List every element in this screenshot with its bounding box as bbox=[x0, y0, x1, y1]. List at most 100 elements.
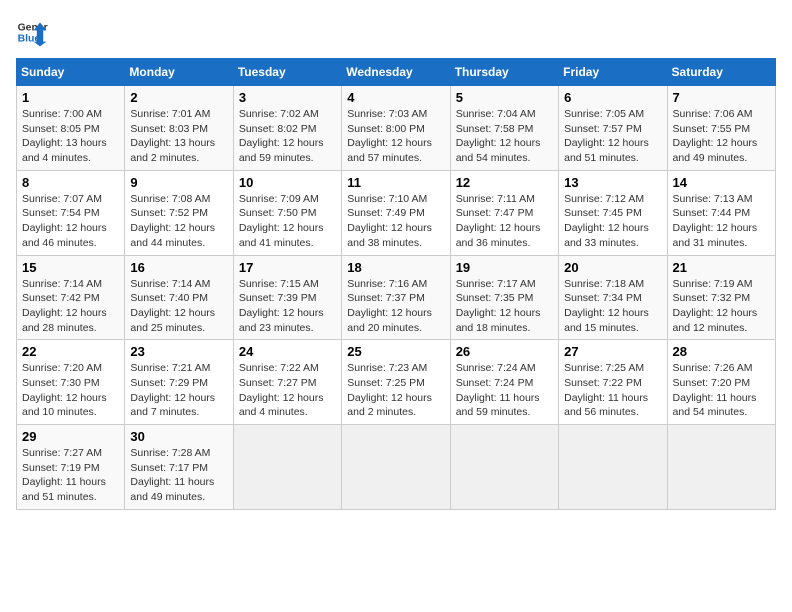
day-cell bbox=[233, 425, 341, 510]
day-number: 19 bbox=[456, 260, 553, 275]
calendar-table: SundayMondayTuesdayWednesdayThursdayFrid… bbox=[16, 58, 776, 510]
day-info: Sunrise: 7:02 AMSunset: 8:02 PMDaylight:… bbox=[239, 107, 336, 166]
day-cell: 19 Sunrise: 7:17 AMSunset: 7:35 PMDayligh… bbox=[450, 255, 558, 340]
day-number: 25 bbox=[347, 344, 444, 359]
day-cell: 8 Sunrise: 7:07 AMSunset: 7:54 PMDaylight… bbox=[17, 170, 125, 255]
day-cell: 20Sunrise: 7:18 AMSunset: 7:34 PMDayligh… bbox=[559, 255, 667, 340]
day-info: Sunrise: 7:26 AMSunset: 7:20 PMDaylight:… bbox=[673, 361, 770, 420]
day-cell: 18 Sunrise: 7:16 AMSunset: 7:37 PMDayligh… bbox=[342, 255, 450, 340]
day-info: Sunrise: 7:01 AMSunset: 8:03 PMDaylight:… bbox=[130, 107, 227, 166]
day-cell bbox=[342, 425, 450, 510]
day-cell: 28 Sunrise: 7:26 AMSunset: 7:20 PMDayligh… bbox=[667, 340, 775, 425]
weekday-header-sunday: Sunday bbox=[17, 59, 125, 86]
day-info: Sunrise: 7:20 AMSunset: 7:30 PMDaylight:… bbox=[22, 361, 119, 420]
day-cell: 2Sunrise: 7:01 AMSunset: 8:03 PMDaylight… bbox=[125, 86, 233, 171]
day-info: Sunrise: 7:15 AMSunset: 7:39 PMDaylight:… bbox=[239, 277, 336, 336]
day-cell: 3 Sunrise: 7:02 AMSunset: 8:02 PMDaylight… bbox=[233, 86, 341, 171]
day-info: Sunrise: 7:19 AMSunset: 7:32 PMDaylight:… bbox=[673, 277, 770, 336]
day-info: Sunrise: 7:25 AMSunset: 7:22 PMDaylight:… bbox=[564, 361, 661, 420]
day-number: 5 bbox=[456, 90, 553, 105]
day-cell: 30 Sunrise: 7:28 AMSunset: 7:17 PMDayligh… bbox=[125, 425, 233, 510]
day-cell: 13Sunrise: 7:12 AMSunset: 7:45 PMDayligh… bbox=[559, 170, 667, 255]
day-number: 29 bbox=[22, 429, 119, 444]
day-cell: 23 Sunrise: 7:21 AMSunset: 7:29 PMDayligh… bbox=[125, 340, 233, 425]
day-number: 3 bbox=[239, 90, 336, 105]
day-info: Sunrise: 7:09 AMSunset: 7:50 PMDaylight:… bbox=[239, 192, 336, 251]
week-row-2: 8 Sunrise: 7:07 AMSunset: 7:54 PMDaylight… bbox=[17, 170, 776, 255]
day-cell: 29 Sunrise: 7:27 AMSunset: 7:19 PMDayligh… bbox=[17, 425, 125, 510]
day-cell: 27Sunrise: 7:25 AMSunset: 7:22 PMDayligh… bbox=[559, 340, 667, 425]
day-number: 7 bbox=[673, 90, 770, 105]
day-info: Sunrise: 7:08 AMSunset: 7:52 PMDaylight:… bbox=[130, 192, 227, 251]
day-number: 8 bbox=[22, 175, 119, 190]
week-row-5: 29 Sunrise: 7:27 AMSunset: 7:19 PMDayligh… bbox=[17, 425, 776, 510]
day-info: Sunrise: 7:16 AMSunset: 7:37 PMDaylight:… bbox=[347, 277, 444, 336]
day-number: 13 bbox=[564, 175, 661, 190]
day-number: 6 bbox=[564, 90, 661, 105]
day-number: 20 bbox=[564, 260, 661, 275]
day-info: Sunrise: 7:05 AMSunset: 7:57 PMDaylight:… bbox=[564, 107, 661, 166]
day-info: Sunrise: 7:23 AMSunset: 7:25 PMDaylight:… bbox=[347, 361, 444, 420]
day-cell: 7 Sunrise: 7:06 AMSunset: 7:55 PMDaylight… bbox=[667, 86, 775, 171]
weekday-header-row: SundayMondayTuesdayWednesdayThursdayFrid… bbox=[17, 59, 776, 86]
day-number: 30 bbox=[130, 429, 227, 444]
day-info: Sunrise: 7:21 AMSunset: 7:29 PMDaylight:… bbox=[130, 361, 227, 420]
day-info: Sunrise: 7:14 AMSunset: 7:40 PMDaylight:… bbox=[130, 277, 227, 336]
day-number: 18 bbox=[347, 260, 444, 275]
day-info: Sunrise: 7:17 AMSunset: 7:35 PMDaylight:… bbox=[456, 277, 553, 336]
day-info: Sunrise: 7:28 AMSunset: 7:17 PMDaylight:… bbox=[130, 446, 227, 505]
day-info: Sunrise: 7:22 AMSunset: 7:27 PMDaylight:… bbox=[239, 361, 336, 420]
logo: General Blue bbox=[16, 16, 48, 48]
day-number: 21 bbox=[673, 260, 770, 275]
weekday-header-thursday: Thursday bbox=[450, 59, 558, 86]
day-cell: 10 Sunrise: 7:09 AMSunset: 7:50 PMDayligh… bbox=[233, 170, 341, 255]
day-cell: 12 Sunrise: 7:11 AMSunset: 7:47 PMDayligh… bbox=[450, 170, 558, 255]
weekday-header-friday: Friday bbox=[559, 59, 667, 86]
day-cell: 24 Sunrise: 7:22 AMSunset: 7:27 PMDayligh… bbox=[233, 340, 341, 425]
day-cell: 14Sunrise: 7:13 AMSunset: 7:44 PMDayligh… bbox=[667, 170, 775, 255]
day-number: 15 bbox=[22, 260, 119, 275]
day-number: 26 bbox=[456, 344, 553, 359]
day-info: Sunrise: 7:24 AMSunset: 7:24 PMDaylight:… bbox=[456, 361, 553, 420]
day-number: 4 bbox=[347, 90, 444, 105]
day-cell bbox=[559, 425, 667, 510]
day-number: 12 bbox=[456, 175, 553, 190]
day-cell: 6 Sunrise: 7:05 AMSunset: 7:57 PMDaylight… bbox=[559, 86, 667, 171]
day-cell: 15 Sunrise: 7:14 AMSunset: 7:42 PMDayligh… bbox=[17, 255, 125, 340]
day-number: 24 bbox=[239, 344, 336, 359]
day-info: Sunrise: 7:27 AMSunset: 7:19 PMDaylight:… bbox=[22, 446, 119, 505]
day-info: Sunrise: 7:11 AMSunset: 7:47 PMDaylight:… bbox=[456, 192, 553, 251]
day-info: Sunrise: 7:00 AMSunset: 8:05 PMDaylight:… bbox=[22, 107, 119, 166]
day-cell: 1 Sunrise: 7:00 AMSunset: 8:05 PMDaylight… bbox=[17, 86, 125, 171]
day-info: Sunrise: 7:04 AMSunset: 7:58 PMDaylight:… bbox=[456, 107, 553, 166]
day-cell: 26 Sunrise: 7:24 AMSunset: 7:24 PMDayligh… bbox=[450, 340, 558, 425]
day-number: 28 bbox=[673, 344, 770, 359]
day-info: Sunrise: 7:10 AMSunset: 7:49 PMDaylight:… bbox=[347, 192, 444, 251]
logo-icon: General Blue bbox=[16, 16, 48, 48]
weekday-header-monday: Monday bbox=[125, 59, 233, 86]
day-number: 17 bbox=[239, 260, 336, 275]
day-number: 22 bbox=[22, 344, 119, 359]
day-number: 1 bbox=[22, 90, 119, 105]
day-number: 9 bbox=[130, 175, 227, 190]
day-info: Sunrise: 7:07 AMSunset: 7:54 PMDaylight:… bbox=[22, 192, 119, 251]
day-cell: 4 Sunrise: 7:03 AMSunset: 8:00 PMDaylight… bbox=[342, 86, 450, 171]
day-info: Sunrise: 7:14 AMSunset: 7:42 PMDaylight:… bbox=[22, 277, 119, 336]
day-number: 11 bbox=[347, 175, 444, 190]
day-cell: 25 Sunrise: 7:23 AMSunset: 7:25 PMDayligh… bbox=[342, 340, 450, 425]
day-number: 10 bbox=[239, 175, 336, 190]
weekday-header-saturday: Saturday bbox=[667, 59, 775, 86]
weekday-header-tuesday: Tuesday bbox=[233, 59, 341, 86]
day-cell: 11 Sunrise: 7:10 AMSunset: 7:49 PMDayligh… bbox=[342, 170, 450, 255]
day-cell: 22 Sunrise: 7:20 AMSunset: 7:30 PMDayligh… bbox=[17, 340, 125, 425]
day-number: 23 bbox=[130, 344, 227, 359]
week-row-4: 22 Sunrise: 7:20 AMSunset: 7:30 PMDayligh… bbox=[17, 340, 776, 425]
week-row-1: 1 Sunrise: 7:00 AMSunset: 8:05 PMDaylight… bbox=[17, 86, 776, 171]
day-cell bbox=[450, 425, 558, 510]
day-number: 16 bbox=[130, 260, 227, 275]
day-info: Sunrise: 7:03 AMSunset: 8:00 PMDaylight:… bbox=[347, 107, 444, 166]
week-row-3: 15 Sunrise: 7:14 AMSunset: 7:42 PMDayligh… bbox=[17, 255, 776, 340]
weekday-header-wednesday: Wednesday bbox=[342, 59, 450, 86]
day-number: 14 bbox=[673, 175, 770, 190]
day-info: Sunrise: 7:06 AMSunset: 7:55 PMDaylight:… bbox=[673, 107, 770, 166]
